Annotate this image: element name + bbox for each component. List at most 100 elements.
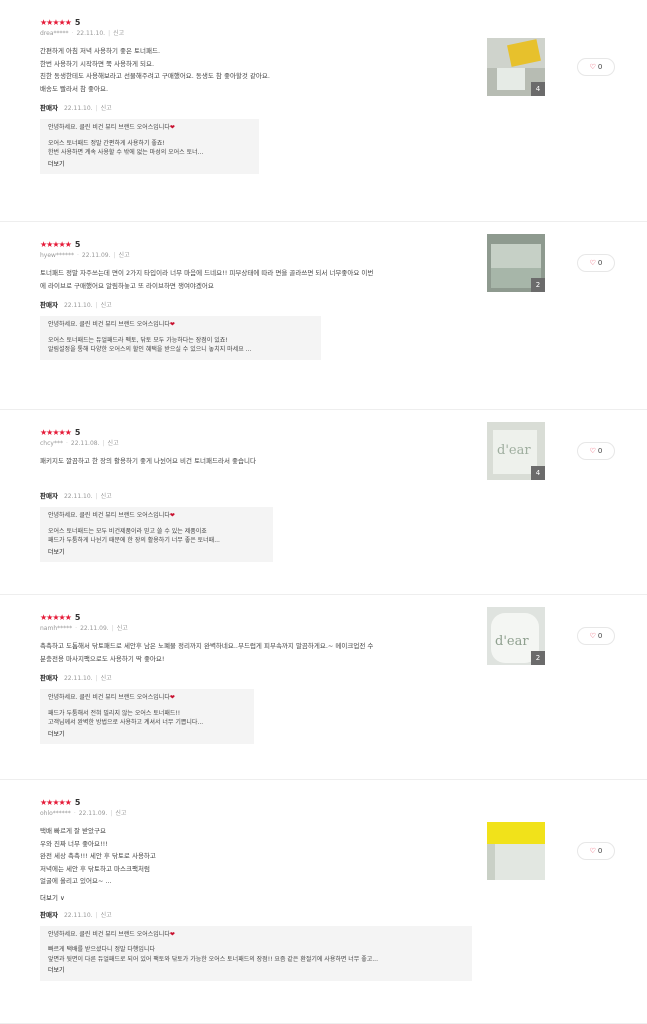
seller-reply: 안녕하세요. 클린 비건 뷰티 브랜드 오어스입니다❤ 오어스 토너패드는 듀얼…	[40, 316, 321, 360]
heart-emoji-icon: ❤	[169, 124, 175, 131]
seller-date: 22.11.10.	[63, 105, 93, 112]
reply-line: 패드가 두툼하게 나뉜기 때문에 한 장의 활용하기 너무 좋은 토너패...	[48, 537, 220, 544]
review-item: ★★★★★ 5 namh***** · 22.11.09. | 신고 촉촉하고 도톰해서 …	[0, 595, 647, 780]
reply-more-button[interactable]: 더보기	[48, 160, 251, 170]
reply-more-button[interactable]: 더보기	[48, 548, 265, 558]
review-line: 얼굴에 올리고 있어요~ ...	[40, 877, 112, 885]
review-item: ★★★★★ 5 drea***** · 22.11.10. | 신고 간편하게 아침 저녁…	[0, 0, 647, 222]
like-button[interactable]: ♡ 0	[577, 627, 615, 645]
reply-line: 한번 사용하면 계속 사용할 수 밖에 없는 마성의 오어스 토너...	[48, 149, 204, 156]
review-meta: namh***** · 22.11.09. | 신고	[40, 625, 128, 632]
review-line: 토너패드 정말 자주쓰는데 면이 2가지 타입이라 너무 마음에 드네요!! 피…	[40, 269, 374, 277]
report-link[interactable]: 신고	[113, 30, 124, 37]
seller-report-link[interactable]: 신고	[101, 302, 112, 309]
review-line: 패키지도 깔끔하고 한 장의 활용하기 좋게 나뉜어요 비건 토너패드라서 좋습…	[40, 457, 256, 465]
like-count: 0	[597, 632, 603, 640]
like-count: 0	[597, 847, 603, 855]
reply-more-button[interactable]: 더보기	[48, 730, 246, 740]
review-line: 배송도 빨라서 참 좋아요.	[40, 84, 109, 93]
photo-count-badge: 2	[531, 651, 545, 665]
reply-line: 빠르게 택배를 받으셨다니 정말 다행입니다	[48, 946, 155, 953]
seller-reply: 안녕하세요. 클린 비건 뷰티 브랜드 오어스입니다❤ 오어스 토너패드는 모두…	[40, 507, 273, 562]
review-photo[interactable]: 4	[487, 38, 545, 96]
reply-line: 안녕하세요. 클린 비건 뷰티 브랜드 오어스입니다	[48, 321, 170, 328]
reply-line: 오어스 토너패드 정말 간편하게 사용하기 좋죠!	[48, 139, 165, 147]
review-body: 택배 빠르게 잘 받았구요 우와 진짜 너무 좋아요!!! 완전 세상 촉촉!!…	[40, 825, 470, 888]
seller-header: 판매자 22.11.10. | 신고	[40, 301, 112, 309]
seller-report-link[interactable]: 신고	[101, 105, 112, 112]
review-line: 완전 세상 촉촉!!! 세안 후 닦토로 사용하고	[40, 852, 156, 860]
report-link[interactable]: 신고	[108, 440, 119, 447]
report-link[interactable]: 신고	[117, 625, 128, 632]
like-count: 0	[597, 63, 603, 71]
seller-reply: 안녕하세요. 클린 비건 뷰티 브랜드 오어스입니다❤ 빠르게 택배를 받으셨다…	[40, 925, 472, 981]
review-photo[interactable]	[487, 822, 545, 880]
review-meta: chcy*** · 22.11.08. | 신고	[40, 440, 119, 447]
review-photo[interactable]: 2	[487, 234, 545, 292]
seller-label: 판매자	[40, 910, 58, 919]
review-line: 에 라이브로 구매했어요 알림하놓고 또 라이브하면 쟁여야겠어요	[40, 281, 214, 290]
report-link[interactable]: 신고	[115, 810, 126, 817]
review-body: 촉촉하고 도톰해서 닦토패드로 세안후 남은 노폐물 정리까지 완벽하네요..부…	[40, 640, 470, 665]
report-link[interactable]: 신고	[119, 252, 130, 259]
seller-label: 판매자	[40, 674, 58, 682]
thumbs-up-icon: ♡	[589, 847, 596, 855]
heart-emoji-icon: ❤	[169, 321, 175, 328]
reply-line: 안녕하세요. 클린 비건 뷰티 브랜드 오어스입니다	[48, 694, 170, 701]
rating-score: 5	[74, 240, 81, 249]
seller-reply: 안녕하세요. 클린 비건 뷰티 브랜드 오어스입니다❤ 오어스 토너패드 정말 …	[40, 119, 259, 174]
heart-emoji-icon: ❤	[169, 930, 175, 938]
rating: ★★★★★ 5	[40, 240, 647, 250]
star-rating-icon: ★★★★★	[40, 240, 72, 249]
seller-header: 판매자 22.11.10. | 신고	[40, 674, 112, 682]
like-button[interactable]: ♡ 0	[577, 842, 615, 860]
reply-line: 앞면과 뒷면이 다른 듀얼패드로 되어 있어 팩토와 닦토가 가능한 오어스 토…	[48, 955, 378, 963]
thumbs-up-icon: ♡	[589, 259, 596, 267]
seller-header: 판매자 22.11.10. | 신고	[40, 104, 112, 112]
seller-date: 22.11.10.	[63, 302, 93, 309]
seller-report-link[interactable]: 신고	[101, 912, 112, 919]
rating-score: 5	[74, 428, 81, 437]
review-line: 우와 진짜 너무 좋아요!!!	[40, 839, 108, 848]
review-body: 간편하게 아침 저녁 사용하기 좋은 토너패드. 한번 사용하기 시작하면 쭉 …	[40, 45, 470, 95]
reply-line: 안녕하세요. 클린 비건 뷰티 브랜드 오어스입니다	[48, 124, 170, 131]
review-body: 토너패드 정말 자주쓰는데 면이 2가지 타입이라 너무 마음에 드네요!! 피…	[40, 267, 470, 292]
star-rating-icon: ★★★★★	[40, 18, 72, 27]
seller-date: 22.11.10.	[63, 911, 93, 919]
review-date: 22.11.09.	[81, 252, 111, 259]
reply-line: 오어스 토너패드는 모두 비건제품이라 믿고 쓸 수 있는 제품이죠	[48, 527, 207, 535]
seller-header: 판매자 22.11.10. | 신고	[40, 492, 112, 500]
svg-text:d'ear: d'ear	[495, 634, 529, 649]
like-count: 0	[597, 447, 603, 455]
star-rating-icon: ★★★★★	[40, 613, 72, 622]
review-meta: hyew****** · 22.11.09. | 신고	[40, 252, 130, 259]
like-button[interactable]: ♡ 0	[577, 254, 615, 272]
seller-report-link[interactable]: 신고	[101, 675, 112, 682]
review-date: 22.11.08.	[70, 440, 100, 447]
photo-image	[487, 822, 545, 880]
review-date: 22.11.09.	[78, 810, 108, 817]
review-photo[interactable]: d'ear 2	[487, 607, 545, 665]
reviewer-id: drea*****	[40, 30, 69, 37]
seller-report-link[interactable]: 신고	[101, 493, 112, 500]
like-button[interactable]: ♡ 0	[577, 58, 615, 76]
rating-score: 5	[74, 613, 81, 622]
heart-emoji-icon: ❤	[169, 694, 175, 701]
review-photo[interactable]: d'ear 4	[487, 422, 545, 480]
photo-count-badge: 4	[531, 82, 545, 96]
review-more-button[interactable]: 더보기 ∨	[40, 892, 647, 902]
rating-score: 5	[74, 798, 81, 807]
review-line: 한번 사용하기 시작하면 쭉 사용하게 되요.	[40, 59, 155, 68]
review-date: 22.11.10.	[76, 30, 106, 37]
review-line: 저녁에는 세안 후 닦토하고 마스크팩처럼	[40, 864, 150, 873]
like-button[interactable]: ♡ 0	[577, 442, 615, 460]
thumbs-up-icon: ♡	[589, 632, 596, 640]
rating-score: 5	[74, 18, 81, 27]
seller-reply: 안녕하세요. 클린 비건 뷰티 브랜드 오어스입니다❤ 패드가 두툼해서 전혀 …	[40, 689, 254, 744]
reply-more-button[interactable]: 더보기	[48, 966, 464, 976]
rating: ★★★★★ 5	[40, 18, 647, 28]
review-date: 22.11.09.	[80, 625, 109, 632]
reply-line: 알림설정을 통해 다양한 오어스의 할인 혜택을 받으실 수 있으니 놓치지 마…	[48, 346, 252, 353]
reviewer-id: chcy***	[40, 440, 63, 447]
thumbs-up-icon: ♡	[589, 447, 596, 455]
